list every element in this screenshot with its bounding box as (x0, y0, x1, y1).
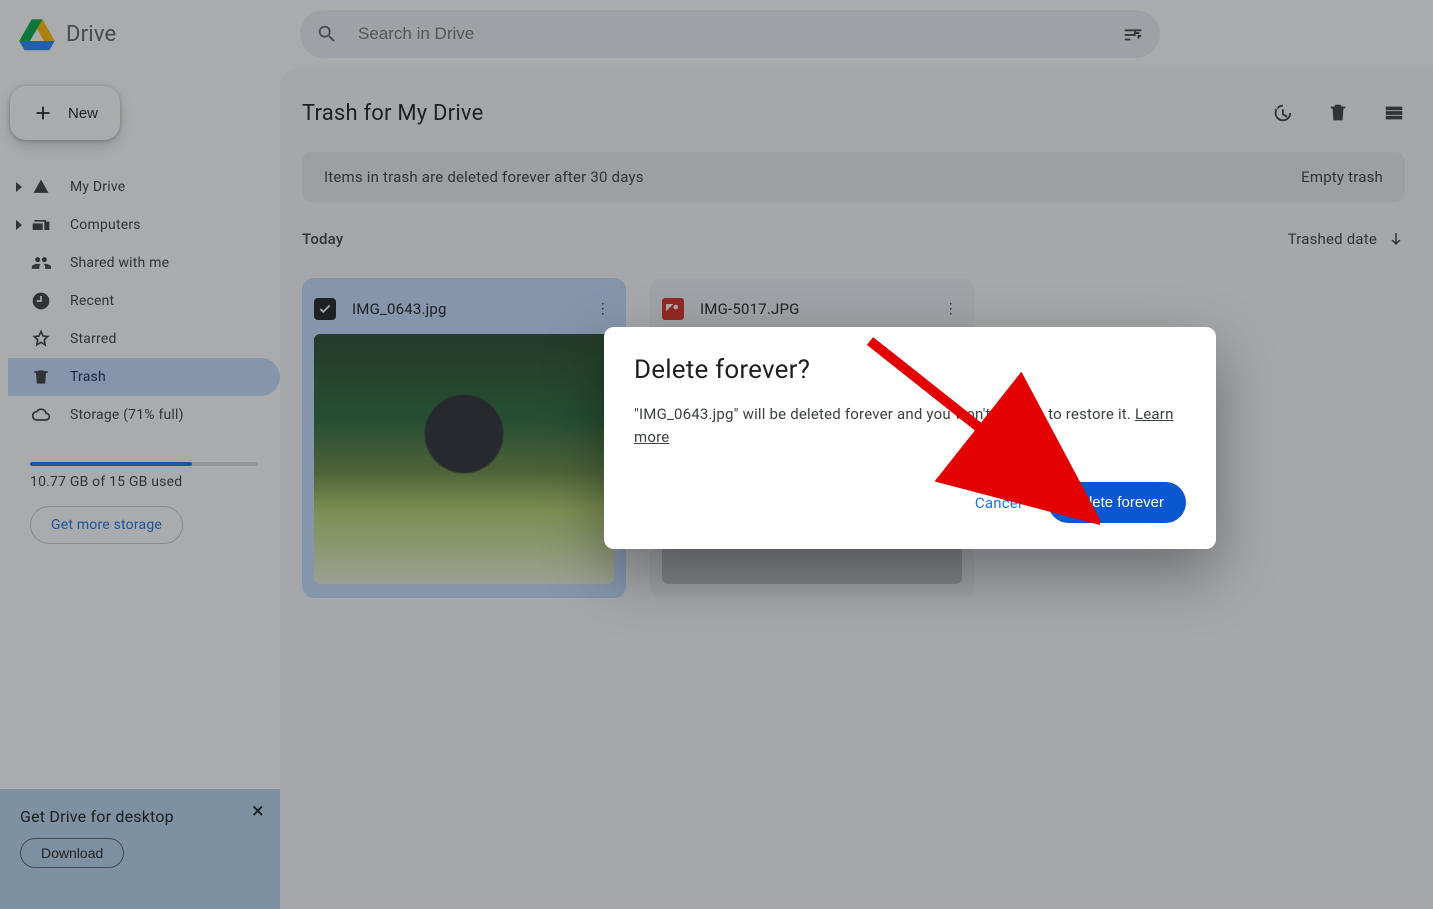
toolbar (1271, 102, 1405, 124)
sidebar-item-my-drive[interactable]: My Drive (8, 168, 280, 206)
dialog-body-text: "IMG_0643.jpg" will be deleted forever a… (634, 405, 1135, 423)
sort-label: Trashed date (1288, 230, 1377, 248)
banner-message: Items in trash are deleted forever after… (324, 168, 644, 186)
app-name: Drive (66, 22, 116, 47)
sidebar-item-label: My Drive (70, 179, 125, 195)
image-file-icon (662, 298, 684, 320)
drive-logo-icon (18, 17, 56, 51)
desktop-promo-title: Get Drive for desktop (20, 807, 262, 826)
storage-block: 10.77 GB of 15 GB used Get more storage (8, 446, 280, 550)
nav-list: My Drive Computers Shared with me Recent… (8, 162, 280, 446)
sidebar-item-label: Computers (70, 217, 141, 233)
sidebar-item-trash[interactable]: Trash (8, 358, 280, 396)
sidebar-item-label: Recent (70, 293, 114, 309)
trash-icon[interactable] (1327, 102, 1349, 124)
section-header: Today Trashed date (302, 230, 1405, 248)
devices-icon (30, 215, 52, 235)
clock-icon (30, 291, 52, 311)
sidebar-item-storage[interactable]: Storage (71% full) (8, 396, 280, 434)
people-icon (30, 253, 52, 273)
sidebar-item-label: Shared with me (70, 255, 169, 271)
cloud-icon (30, 405, 52, 425)
sidebar: New My Drive Computers Shared with me (0, 68, 280, 909)
cancel-button[interactable]: Cancel (975, 494, 1022, 512)
sidebar-item-starred[interactable]: Starred (8, 320, 280, 358)
brand[interactable]: Drive (18, 17, 280, 51)
title-bar: Trash for My Drive (302, 90, 1405, 136)
new-button-label: New (68, 105, 98, 122)
sidebar-item-computers[interactable]: Computers (8, 206, 280, 244)
trash-banner: Items in trash are deleted forever after… (302, 152, 1405, 202)
arrow-down-icon (1387, 230, 1405, 248)
sidebar-item-shared[interactable]: Shared with me (8, 244, 280, 282)
sidebar-item-recent[interactable]: Recent (8, 282, 280, 320)
history-icon[interactable] (1271, 102, 1293, 124)
file-name: IMG-5017.JPG (700, 300, 924, 318)
page-title: Trash for My Drive (302, 101, 483, 126)
more-icon[interactable]: ⋮ (940, 297, 962, 321)
checkbox-checked-icon[interactable] (314, 298, 336, 320)
section-title: Today (302, 230, 343, 248)
delete-forever-button[interactable]: Delete forever (1048, 482, 1186, 523)
list-view-icon[interactable] (1383, 102, 1405, 124)
desktop-promo: × Get Drive for desktop Download (0, 789, 280, 909)
sidebar-item-label: Trash (70, 369, 106, 385)
storage-bar (30, 462, 258, 466)
get-more-storage-button[interactable]: Get more storage (30, 506, 183, 544)
dialog-title: Delete forever? (634, 355, 1186, 385)
header: Drive (0, 0, 1433, 68)
download-button[interactable]: Download (20, 838, 124, 868)
sort-button[interactable]: Trashed date (1288, 230, 1405, 248)
dialog-body: "IMG_0643.jpg" will be deleted forever a… (634, 403, 1186, 448)
more-icon[interactable]: ⋮ (592, 297, 614, 321)
delete-forever-dialog: Delete forever? "IMG_0643.jpg" will be d… (604, 327, 1216, 549)
sidebar-item-label: Storage (71% full) (70, 407, 184, 423)
file-name: IMG_0643.jpg (352, 300, 576, 318)
empty-trash-button[interactable]: Empty trash (1301, 168, 1383, 186)
file-thumbnail[interactable] (314, 334, 614, 584)
folder-drive-icon (30, 177, 52, 197)
new-button[interactable]: New (10, 86, 120, 140)
search-input[interactable] (356, 23, 1104, 45)
sidebar-item-label: Starred (70, 331, 117, 347)
trash-icon (30, 367, 52, 387)
file-card[interactable]: IMG_0643.jpg ⋮ (302, 278, 626, 598)
storage-used-text: 10.77 GB of 15 GB used (30, 474, 258, 490)
close-icon[interactable]: × (252, 799, 264, 824)
star-icon (30, 329, 52, 349)
search-bar[interactable] (300, 10, 1160, 58)
search-icon (316, 23, 338, 45)
tune-icon[interactable] (1122, 23, 1144, 45)
plus-icon (32, 102, 54, 124)
